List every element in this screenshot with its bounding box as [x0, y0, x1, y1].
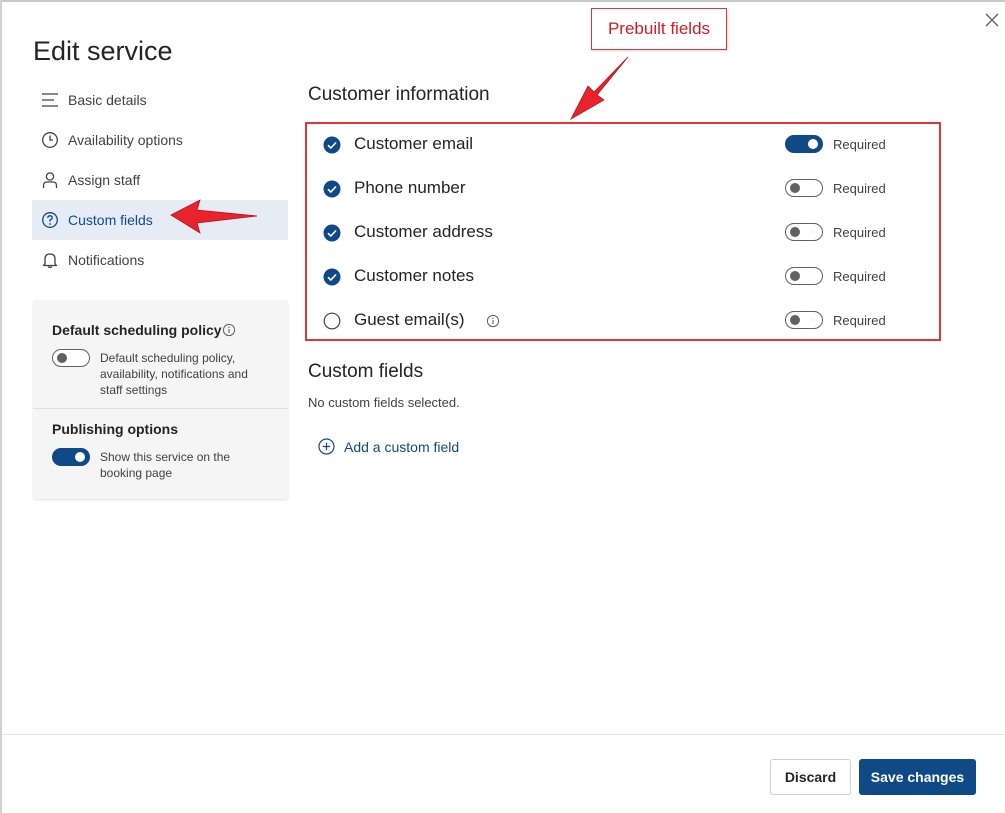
arrow-to-prebuilt-fields-icon: [570, 56, 629, 121]
close-icon: [985, 13, 999, 27]
nav-item-label: Basic details: [68, 92, 147, 108]
required-toggle[interactable]: [785, 179, 823, 197]
default-policy-title: Default scheduling policy: [52, 322, 222, 338]
field-label: Customer address: [354, 222, 493, 241]
nav-item-availability-options[interactable]: Availability options: [32, 120, 288, 160]
required-toggle[interactable]: [785, 223, 823, 241]
checked-circle-icon[interactable]: [323, 224, 341, 242]
empty-circle-icon[interactable]: [323, 312, 341, 330]
policy-card: Default scheduling policy Default schedu…: [33, 300, 288, 499]
window-left-edge: [0, 0, 2, 813]
prebuilt-fields-callout: Prebuilt fields: [591, 8, 727, 50]
add-custom-field-button[interactable]: Add a custom field: [318, 438, 459, 455]
field-row-customer-email: Customer email Required: [307, 124, 943, 168]
nav-item-label: Assign staff: [68, 172, 141, 188]
field-row-customer-notes: Customer notes Required: [307, 256, 943, 300]
field-row-guest-emails: Guest email(s) Required: [307, 300, 943, 344]
field-row-phone-number: Phone number Required: [307, 168, 943, 212]
toggle-knob: [75, 452, 85, 462]
field-label: Customer notes: [354, 266, 474, 285]
close-button[interactable]: [983, 11, 1001, 29]
person-icon: [40, 170, 60, 190]
required-toggle[interactable]: [785, 135, 823, 153]
field-label: Guest email(s): [354, 310, 465, 329]
checked-circle-icon[interactable]: [323, 268, 341, 286]
required-label: Required: [833, 313, 886, 328]
lines-icon: [40, 90, 60, 110]
window-top-edge: [0, 0, 1005, 2]
nav-item-notifications[interactable]: Notifications: [32, 240, 288, 280]
info-icon[interactable]: [222, 323, 236, 337]
question-circle-icon: [40, 210, 60, 230]
clock-icon: [40, 130, 60, 150]
nav-item-label: Notifications: [68, 252, 145, 268]
card-divider: [33, 408, 288, 409]
custom-fields-title: Custom fields: [308, 361, 424, 382]
no-custom-fields-text: No custom fields selected.: [308, 395, 460, 410]
toggle-knob: [808, 139, 818, 149]
customer-information-title: Customer information: [308, 84, 490, 105]
save-changes-button[interactable]: Save changes: [859, 759, 976, 795]
publishing-options-title: Publishing options: [52, 421, 178, 437]
default-policy-description: Default scheduling policy, availability,…: [100, 351, 248, 397]
checked-circle-icon[interactable]: [323, 180, 341, 198]
toggle-knob: [57, 353, 67, 363]
required-label: Required: [833, 181, 886, 196]
publishing-toggle[interactable]: [52, 448, 90, 466]
bell-icon: [40, 250, 60, 270]
field-label: Phone number: [354, 178, 466, 197]
toggle-knob: [790, 227, 800, 237]
toggle-knob: [790, 271, 800, 281]
dialog-title: Edit service: [33, 36, 173, 66]
field-row-customer-address: Customer address Required: [307, 212, 943, 256]
required-label: Required: [833, 269, 886, 284]
callout-text: Prebuilt fields: [607, 19, 711, 38]
nav-item-label: Availability options: [68, 132, 183, 148]
checked-circle-icon[interactable]: [323, 136, 341, 154]
required-label: Required: [833, 137, 886, 152]
side-nav: Basic details Availability options Assig…: [32, 80, 288, 280]
nav-item-label: Custom fields: [68, 212, 153, 228]
toggle-knob: [790, 183, 800, 193]
toggle-knob: [790, 315, 800, 325]
plus-circle-icon: [318, 438, 335, 455]
discard-button[interactable]: Discard: [770, 759, 851, 795]
nav-item-custom-fields[interactable]: Custom fields: [32, 200, 288, 240]
required-toggle[interactable]: [785, 311, 823, 329]
default-policy-toggle[interactable]: [52, 349, 90, 367]
publishing-description: Show this service on the booking page: [100, 450, 231, 480]
prebuilt-fields-highlight: Customer email Required Phone number Req…: [305, 122, 941, 341]
field-label: Customer email: [354, 134, 474, 153]
required-toggle[interactable]: [785, 267, 823, 285]
nav-item-basic-details[interactable]: Basic details: [32, 80, 288, 120]
footer-divider: [2, 734, 1005, 735]
add-custom-field-label: Add a custom field: [344, 438, 460, 455]
info-icon[interactable]: [486, 314, 500, 328]
required-label: Required: [833, 225, 886, 240]
nav-item-assign-staff[interactable]: Assign staff: [32, 160, 288, 200]
